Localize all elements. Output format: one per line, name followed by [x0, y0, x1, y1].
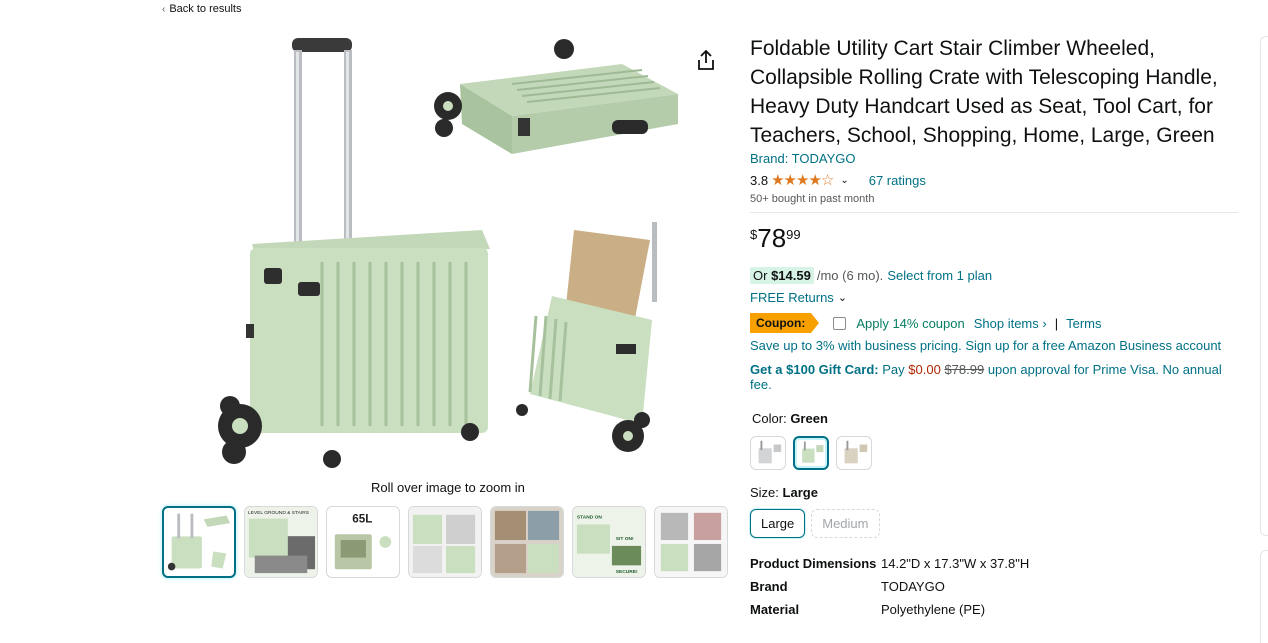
size-label-text: Size: [750, 485, 779, 500]
chevron-left-icon: ‹ [162, 4, 166, 15]
price-fraction: 99 [786, 227, 801, 242]
business-pricing-link[interactable]: Save up to 3% with business pricing. Sig… [750, 338, 1240, 353]
thumbnail-strip: LEVEL GROUND & STAIRS 65L STAND ON SIT ON… [162, 506, 728, 578]
installment-amount: $14.59 [771, 268, 811, 283]
spec-key: Material [750, 602, 800, 617]
spec-key: Brand [750, 579, 788, 594]
thumbnail-1[interactable] [162, 506, 236, 578]
star-full-icon: ★ [795, 172, 809, 189]
bought-past-month: 50+ bought in past month [750, 193, 875, 205]
ratings-count-link[interactable]: 67 ratings [869, 173, 926, 188]
star-empty-icon: ☆ [820, 172, 834, 189]
thumbnail-3[interactable]: 65L [326, 506, 400, 578]
thumbnail-4[interactable] [408, 506, 482, 578]
chevron-down-icon[interactable]: ⌄ [840, 175, 848, 186]
size-option-medium[interactable]: Medium [811, 509, 880, 538]
spec-row: Material Polyethylene (PE) [750, 598, 1240, 621]
color-swatch-grey[interactable] [750, 436, 786, 470]
rating-value: 3.8 [750, 172, 769, 188]
price-symbol: $ [750, 227, 758, 242]
share-icon[interactable] [695, 48, 717, 72]
thumbnail-2[interactable]: LEVEL GROUND & STAIRS [244, 506, 318, 578]
price: $ 78 99 [750, 224, 1240, 256]
back-to-results-label: Back to results [169, 3, 242, 15]
product-specs: Product Dimensions 14.2"D x 17.3"W x 37.… [750, 552, 1240, 621]
buy-box-edge [1260, 36, 1268, 536]
spec-value: Polyethylene (PE) [881, 602, 986, 617]
color-swatches [750, 436, 1240, 470]
select-plan-link[interactable]: Select from 1 plan [887, 268, 992, 283]
zoom-hint: Roll over image to zoom in [371, 480, 525, 495]
spec-key: Product Dimensions [750, 556, 877, 571]
separator: | [1054, 315, 1059, 331]
spec-row: Product Dimensions 14.2"D x 17.3"W x 37.… [750, 552, 1240, 575]
divider [750, 212, 1238, 213]
size-options: Large Medium [750, 509, 1240, 538]
color-label: Color: Green [752, 411, 1240, 426]
cart-loaded-drawing [516, 222, 657, 452]
thumb-3-caption: 65L [352, 513, 372, 526]
coupon-badge: Coupon: [750, 313, 820, 333]
gift-pay-amount: $0.00 [908, 362, 941, 377]
product-details: Foldable Utility Cart Stair Climber Whee… [750, 34, 1240, 621]
color-selected-value: Green [790, 411, 828, 426]
thumbnail-5[interactable] [490, 506, 564, 578]
thumb-6-caption-secure: SECURE! [616, 569, 638, 575]
size-option-large[interactable]: Large [750, 509, 806, 538]
color-label-text: Color: [752, 411, 787, 426]
coupon-row: Coupon: Apply 14% coupon Shop items › | … [750, 313, 1240, 333]
star-rating[interactable]: ★ ★ ★ ★ ☆ [771, 171, 834, 189]
color-swatch-green[interactable] [793, 436, 829, 470]
installment-term: /mo (6 mo). [816, 268, 884, 283]
thumbnail-6[interactable]: STAND ON SIT ON! SECURE! [572, 506, 646, 578]
size-selected-value: Large [782, 485, 818, 500]
terms-link[interactable]: Terms [1066, 316, 1101, 331]
price-whole: 78 [757, 223, 787, 253]
brand-link[interactable]: Brand: TODAYGO [750, 151, 856, 166]
thumb-6-caption-stand: STAND ON [577, 515, 603, 521]
installment-badge: Or $14.59 [750, 267, 814, 284]
spec-value: TODAYGO [881, 579, 945, 594]
shop-items-link[interactable]: Shop items › [974, 316, 1047, 331]
star-full-icon: ★ [771, 172, 784, 189]
free-returns-label: FREE Returns [750, 290, 834, 305]
back-to-results-link[interactable]: ‹ Back to results [162, 3, 241, 15]
installment-offer: Or $14.59 /mo (6 mo). Select from 1 plan [750, 267, 1240, 284]
coupon-label[interactable]: Apply 14% coupon [856, 316, 964, 331]
cart-folded-drawing [434, 39, 678, 154]
gift-pay-label: Pay [882, 362, 905, 377]
main-product-image[interactable] [212, 34, 688, 474]
size-label: Size: Large [750, 485, 1240, 500]
chevron-down-icon: ⌄ [837, 292, 848, 304]
coupon-checkbox[interactable] [833, 316, 847, 330]
thumb-2-caption: LEVEL GROUND & STAIRS [248, 510, 310, 516]
star-full-icon: ★ [783, 172, 797, 189]
gift-original-price: $78.99 [944, 362, 985, 377]
installment-prefix: Or [753, 268, 768, 283]
free-returns-link[interactable]: FREE Returns ⌄ [750, 290, 1240, 305]
thumbnail-7[interactable] [654, 506, 728, 578]
star-full-icon: ★ [808, 172, 821, 189]
color-swatch-beige[interactable] [836, 436, 872, 470]
spec-row: Brand TODAYGO [750, 575, 1240, 598]
side-panel-edge [1260, 550, 1268, 643]
spec-value: 14.2"D x 17.3"W x 37.8"H [881, 556, 1030, 571]
product-title: Foldable Utility Cart Stair Climber Whee… [750, 37, 1218, 147]
rating-row: 3.8 ★ ★ ★ ★ ☆ ⌄ 67 ratings [750, 171, 1240, 189]
gift-card-headline: Get a $100 Gift Card: [750, 362, 879, 377]
thumb-6-caption-sit: SIT ON! [616, 536, 634, 542]
gift-card-offer[interactable]: Get a $100 Gift Card: Pay $0.00 $78.99 u… [750, 362, 1240, 392]
